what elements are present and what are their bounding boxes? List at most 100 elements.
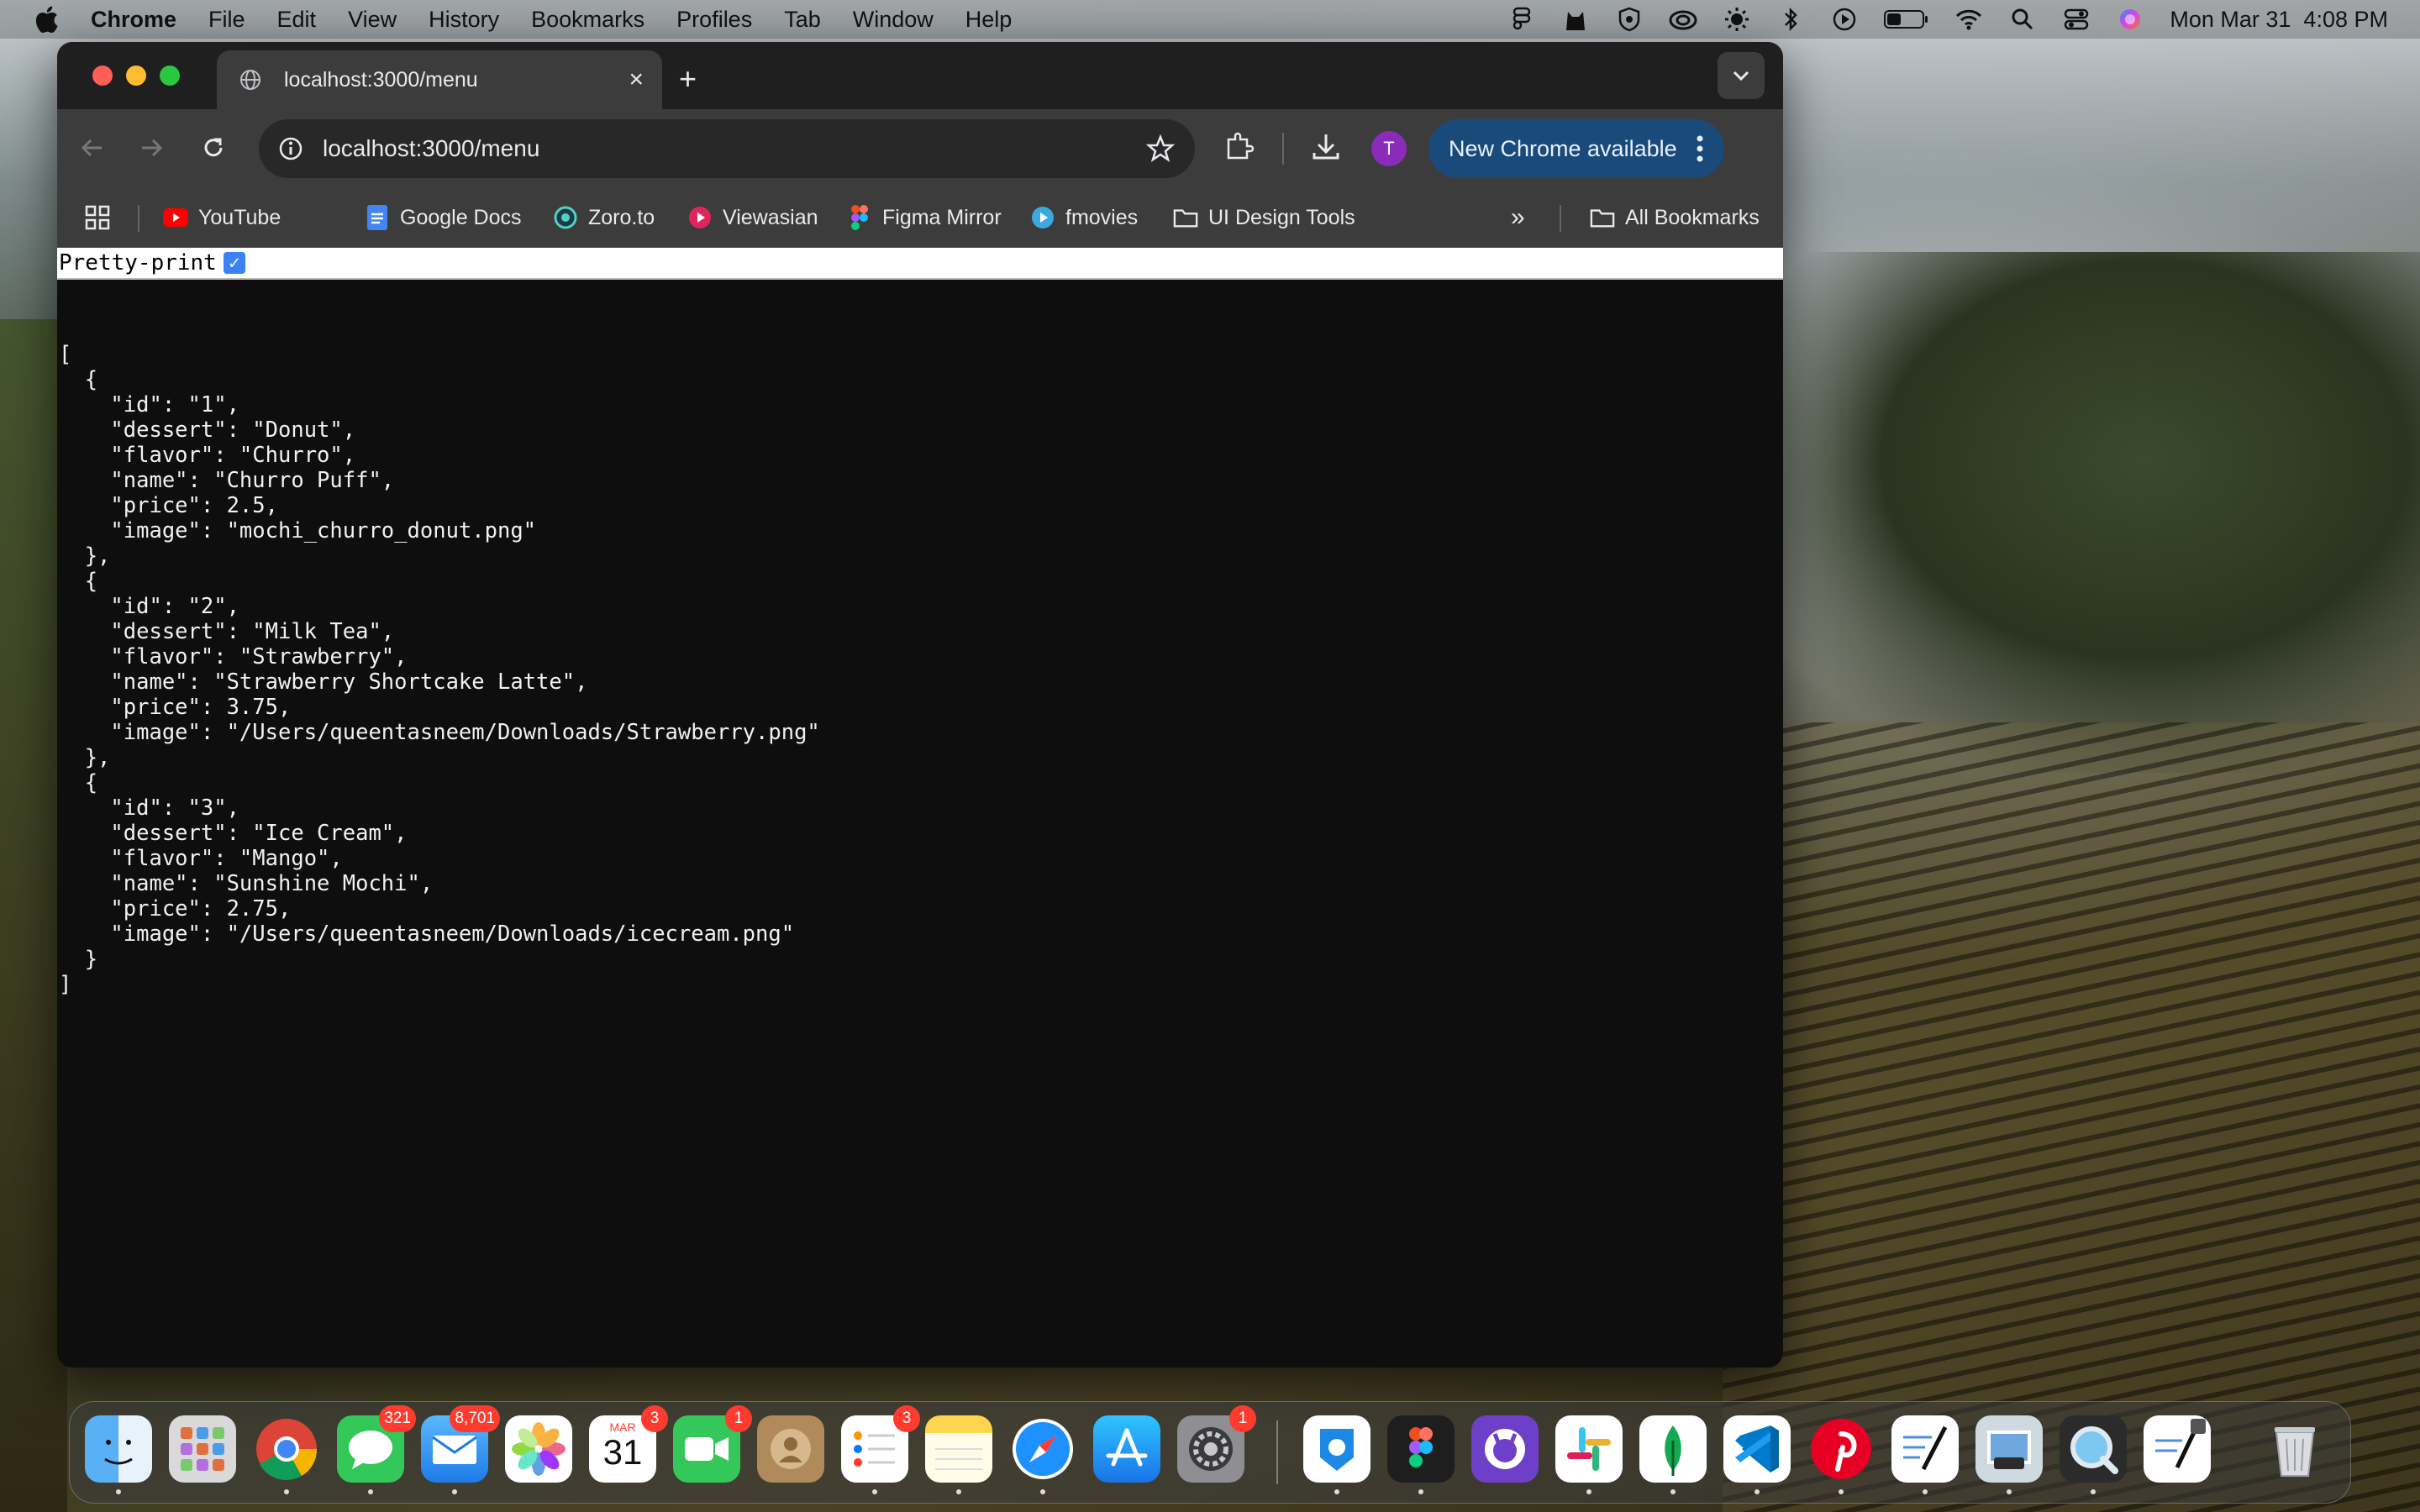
cat-status-icon[interactable] (1561, 7, 1590, 32)
bookmarks-overflow-button[interactable]: » (1511, 203, 1525, 232)
pretty-print-checkbox[interactable]: ✓ (223, 252, 245, 274)
dock-mongodb-compass[interactable] (1639, 1415, 1707, 1494)
calendar-day: 31 (602, 1432, 643, 1472)
bluetooth-icon[interactable] (1776, 7, 1805, 32)
apps-button[interactable] (84, 203, 111, 232)
bookmark-star-icon[interactable] (1146, 134, 1175, 163)
bookmark-youtube[interactable]: YouTube (163, 203, 281, 232)
running-indicator (956, 1489, 961, 1494)
menu-bookmarks[interactable]: Bookmarks (531, 7, 644, 33)
dock-finder[interactable] (85, 1415, 152, 1494)
download-icon[interactable] (1309, 129, 1343, 163)
folder-icon (1590, 205, 1615, 230)
dock-mail[interactable]: 8,701 (421, 1405, 500, 1494)
dock-photos[interactable] (505, 1415, 572, 1483)
play-status-icon[interactable] (1830, 7, 1859, 32)
menu-app-name[interactable]: Chrome (91, 7, 176, 33)
dock-reminders[interactable]: 3 (841, 1405, 920, 1494)
back-button[interactable] (76, 131, 109, 165)
tab-close-button[interactable]: × (629, 67, 644, 92)
arrow-right-icon (142, 139, 163, 157)
bookmark-figma-mirror[interactable]: Figma Mirror (847, 203, 1002, 232)
figma-status-icon[interactable] (1507, 7, 1536, 32)
preview-icon (1987, 1431, 2031, 1469)
zoom-window-button[interactable] (160, 66, 180, 86)
bookmark-label: UI Design Tools (1208, 205, 1355, 229)
url-text[interactable]: localhost:3000/menu (323, 135, 539, 162)
menu-bar: Chrome File Edit View History Bookmarks … (0, 0, 2420, 39)
dock-launchpad[interactable] (169, 1415, 236, 1483)
bookmark-fmovies[interactable]: fmovies (1030, 203, 1138, 232)
zoro-icon (553, 205, 578, 230)
youtube-icon (163, 205, 188, 230)
menu-window[interactable]: Window (853, 7, 934, 33)
pretty-print-label: Pretty-print (59, 250, 217, 276)
tab-search-button[interactable] (1718, 52, 1765, 99)
brightness-icon[interactable] (1723, 7, 1751, 32)
apple-icon[interactable] (34, 5, 59, 34)
forward-button[interactable] (134, 131, 168, 165)
bookmark-viewasian[interactable]: Viewasian (687, 203, 818, 232)
dock-textedit-document[interactable] (2144, 1415, 2211, 1483)
dock-contacts[interactable] (757, 1415, 824, 1483)
bookmark-zoro[interactable]: Zoro.to (553, 203, 655, 232)
menu-help[interactable]: Help (965, 7, 1013, 33)
spotlight-search-icon[interactable] (2008, 7, 2037, 32)
all-bookmarks-button[interactable]: All Bookmarks (1590, 203, 1760, 232)
menu-file[interactable]: File (208, 7, 245, 33)
dock-messages[interactable]: 321 (337, 1405, 416, 1494)
address-bar[interactable]: localhost:3000/menu (259, 119, 1195, 178)
siri-icon[interactable] (2116, 7, 2144, 32)
dock-figma[interactable] (1387, 1415, 1455, 1494)
wifi-icon[interactable] (1954, 7, 1983, 32)
close-window-button[interactable] (92, 66, 113, 86)
textedit-icon (1903, 1425, 1948, 1471)
dock-facetime[interactable]: 1 (673, 1405, 752, 1483)
extensions-icon[interactable] (1222, 129, 1255, 163)
update-label: New Chrome available (1449, 135, 1677, 161)
running-indicator (2007, 1489, 2012, 1494)
menu-view[interactable]: View (348, 7, 397, 33)
dock-proxyman[interactable] (1303, 1415, 1370, 1494)
menu-history[interactable]: History (429, 7, 499, 33)
more-vert-icon[interactable] (1696, 134, 1704, 163)
dock-github-desktop[interactable] (1471, 1415, 1539, 1483)
menu-tab[interactable]: Tab (784, 7, 821, 33)
minimize-window-button[interactable] (126, 66, 146, 86)
tab-active[interactable]: localhost:3000/menu × (217, 50, 662, 109)
figma-icon (847, 205, 872, 230)
battery-icon[interactable] (1884, 7, 1929, 32)
dock-trash[interactable] (2261, 1415, 2328, 1483)
dock-app-store[interactable] (1093, 1415, 1160, 1483)
dock-chrome[interactable] (253, 1415, 320, 1494)
dock-system-settings[interactable]: 1 (1177, 1405, 1256, 1483)
new-chrome-available-button[interactable]: New Chrome available (1428, 119, 1724, 178)
menubar-clock[interactable]: Mon Mar 31 4:08 PM (2170, 7, 2388, 33)
shield-status-icon[interactable] (1615, 7, 1644, 32)
dock-notes[interactable] (925, 1415, 992, 1494)
bookmark-folder-ui-design-tools[interactable]: UI Design Tools (1173, 203, 1355, 232)
menu-edit[interactable]: Edit (277, 7, 317, 33)
dock-preview[interactable] (1975, 1415, 2043, 1494)
figma-icon (1409, 1427, 1433, 1467)
dock-slack[interactable] (1555, 1415, 1623, 1494)
calendar-badge: 3 (641, 1405, 668, 1432)
site-info-icon[interactable] (277, 135, 304, 162)
reload-button[interactable] (197, 131, 230, 165)
dock-safari[interactable] (1009, 1415, 1076, 1494)
dock-vscode[interactable] (1723, 1415, 1791, 1494)
menu-profiles[interactable]: Profiles (676, 7, 752, 33)
dock-calendar[interactable]: MAR 31 3 (589, 1405, 668, 1483)
profile-avatar[interactable]: T (1371, 131, 1407, 166)
dock-pinterest[interactable] (1807, 1415, 1875, 1494)
bookmark-label: Google Docs (400, 205, 522, 229)
safari-icon (1013, 1419, 1073, 1479)
bookmarks-divider (138, 205, 139, 232)
creative-cloud-icon[interactable] (1669, 7, 1697, 32)
dock-textedit[interactable] (1891, 1415, 1959, 1494)
bookmark-google-docs[interactable]: Google Docs (365, 203, 522, 232)
new-tab-button[interactable]: + (679, 64, 697, 94)
dock-quicktime[interactable] (2060, 1415, 2127, 1494)
settings-badge: 1 (1229, 1405, 1256, 1432)
control-center-icon[interactable] (2062, 7, 2091, 32)
